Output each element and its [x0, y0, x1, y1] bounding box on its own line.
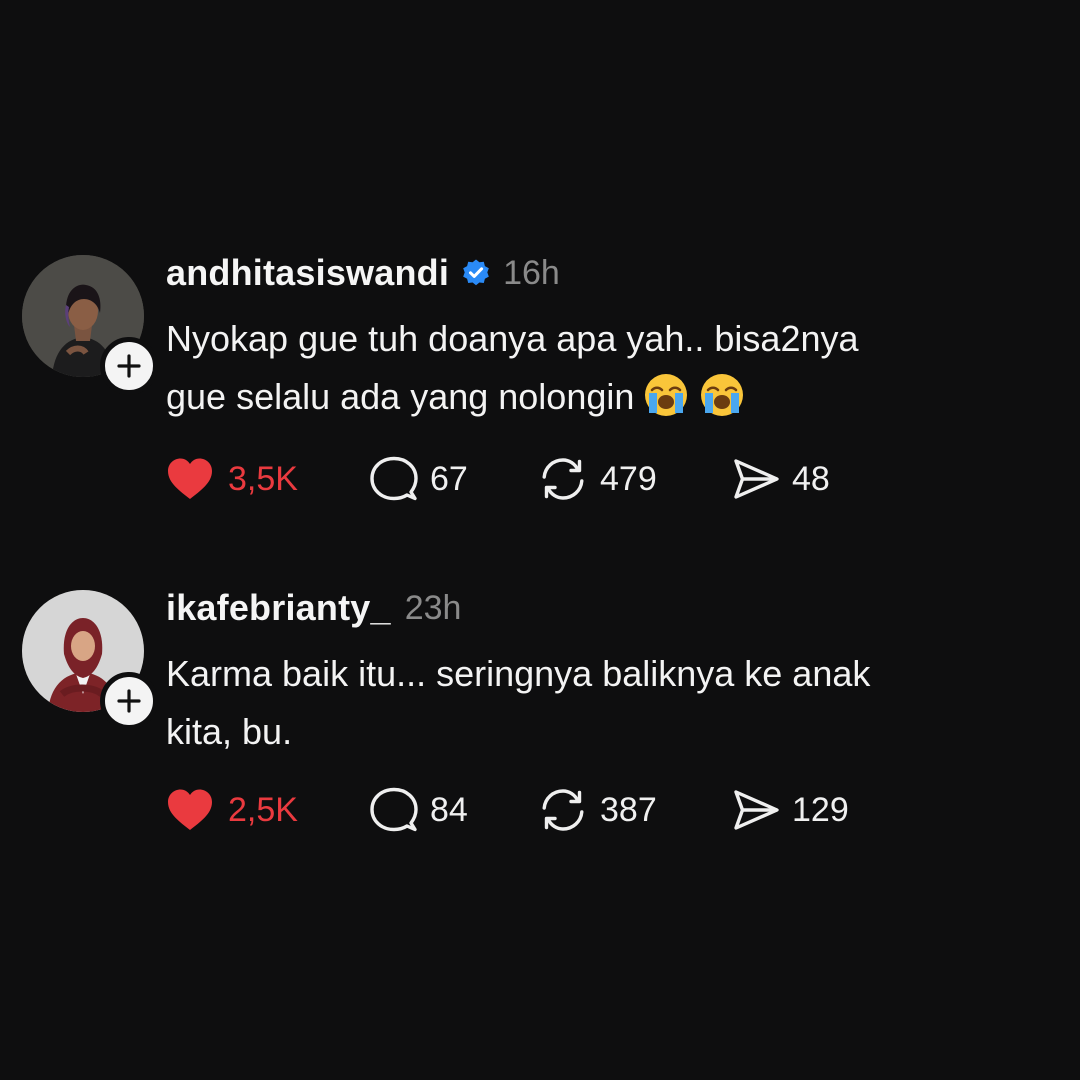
avatar-container — [22, 590, 158, 730]
plus-icon — [117, 689, 141, 713]
post-header: andhitasiswandi 16h — [166, 250, 1046, 296]
post-text: Karma baik itu... seringnya baliknya ke … — [166, 645, 1046, 761]
post-timestamp: 23h — [404, 588, 462, 627]
username[interactable]: ikafebrianty_ — [166, 587, 391, 629]
comment-count: 84 — [430, 790, 468, 829]
heart-filled-icon — [168, 789, 212, 830]
crying-face-emoji-icon — [701, 374, 744, 416]
repost-count: 479 — [600, 459, 657, 498]
comment-bubble-icon — [370, 787, 418, 832]
like-button[interactable]: 2,5K — [166, 785, 298, 835]
post-text-content: Nyokap gue tuh doanya apa yah.. bisa2nya… — [166, 318, 859, 417]
comment-button[interactable]: 84 — [370, 785, 468, 835]
post-timestamp: 16h — [503, 253, 560, 292]
follow-button[interactable] — [100, 672, 158, 730]
repost-icon — [542, 458, 584, 500]
plus-icon — [117, 354, 141, 378]
heart-filled-icon — [168, 458, 212, 499]
share-count: 129 — [792, 790, 849, 829]
comment-button[interactable]: 67 — [370, 454, 468, 504]
avatar-container — [22, 255, 158, 395]
post-actions: 2,5K 84 387 129 — [166, 785, 926, 835]
share-button[interactable]: 129 — [732, 785, 849, 835]
post-header: ikafebrianty_ 23h — [166, 585, 1046, 631]
send-icon — [734, 459, 779, 499]
post-actions: 3,5K 67 479 48 — [166, 454, 926, 504]
crying-face-emoji-icon — [645, 374, 688, 416]
username[interactable]: andhitasiswandi — [166, 252, 449, 294]
repost-button[interactable]: 387 — [538, 785, 657, 835]
repost-button[interactable]: 479 — [538, 454, 657, 504]
repost-icon — [542, 789, 584, 831]
verified-badge-icon — [463, 259, 489, 286]
like-count: 3,5K — [228, 459, 298, 498]
post-body: andhitasiswandi 16h Nyokap gue tuh doany… — [166, 250, 1046, 426]
follow-button[interactable] — [100, 337, 158, 395]
send-icon — [734, 790, 779, 830]
share-button[interactable]: 48 — [732, 454, 830, 504]
comment-count: 67 — [430, 459, 468, 498]
post-text-content: Karma baik itu... seringnya baliknya ke … — [166, 653, 871, 752]
comment-bubble-icon — [370, 456, 418, 501]
like-count: 2,5K — [228, 790, 298, 829]
like-button[interactable]: 3,5K — [166, 454, 298, 504]
share-count: 48 — [792, 459, 830, 498]
post-text: Nyokap gue tuh doanya apa yah.. bisa2nya… — [166, 310, 1046, 426]
post-body: ikafebrianty_ 23h Karma baik itu... seri… — [166, 585, 1046, 761]
repost-count: 387 — [600, 790, 657, 829]
